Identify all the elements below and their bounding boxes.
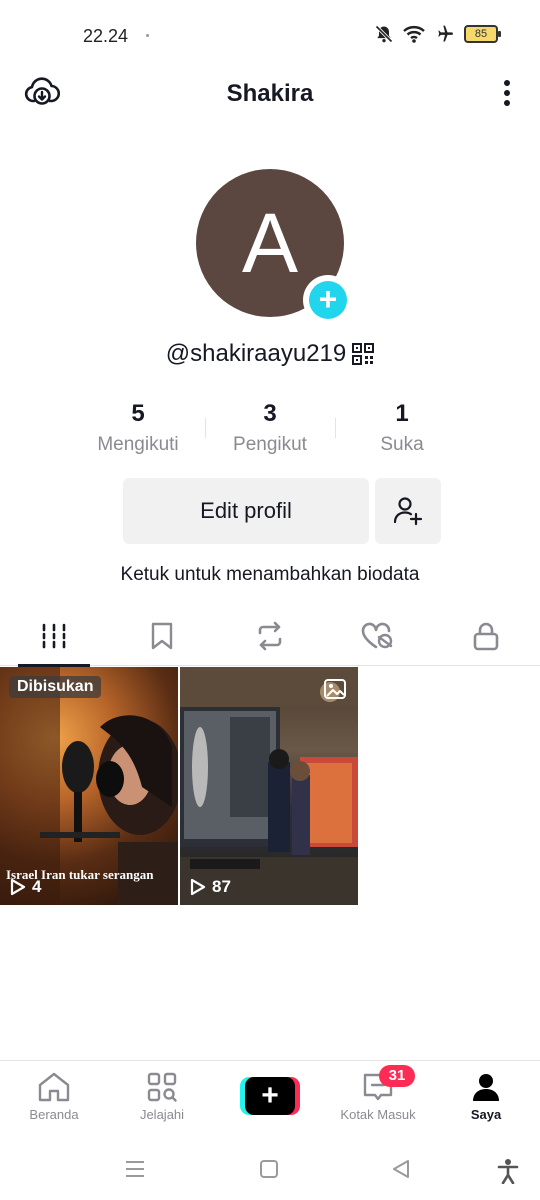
grid-icon (42, 623, 66, 649)
create-button[interactable]: + (240, 1077, 300, 1115)
video-image (180, 667, 358, 905)
stat-divider (335, 418, 336, 438)
profile-tabs (0, 606, 540, 667)
home-icon (38, 1072, 70, 1102)
stat-likes-value: 1 (395, 400, 409, 427)
status-bar: 22.24 85 (0, 0, 540, 72)
bell-off-icon (375, 25, 393, 43)
username: @shakiraayu219 (165, 340, 347, 367)
stat-followers[interactable]: 3 Pengikut (205, 400, 335, 456)
view-count-value: 87 (212, 877, 231, 896)
back-icon[interactable] (390, 1158, 412, 1180)
nav-profile-label: Saya (470, 1107, 502, 1122)
system-nav (0, 1140, 540, 1200)
liked-hidden-icon (361, 622, 393, 649)
stat-likes[interactable]: 1 Suka (337, 400, 467, 456)
tab-reposts[interactable] (216, 606, 324, 666)
bio-placeholder[interactable]: Ketuk untuk menambahkan biodata (0, 564, 540, 586)
inbox-badge: 31 (379, 1065, 415, 1087)
profile-header: Shakira (0, 72, 540, 116)
status-dot (146, 34, 149, 37)
wifi-icon (403, 26, 425, 43)
stat-followers-label: Pengikut (233, 434, 307, 455)
plus-icon: + (309, 281, 347, 319)
stat-following[interactable]: 5 Mengikuti (73, 400, 203, 456)
add-avatar-button[interactable]: + (303, 275, 353, 325)
qr-code-icon[interactable] (352, 343, 375, 365)
tab-private[interactable] (432, 606, 540, 666)
repost-icon (258, 621, 282, 651)
view-count: 4 (10, 877, 41, 897)
play-icon (10, 878, 26, 896)
nav-home[interactable]: Beranda (0, 1061, 108, 1131)
menu-icon[interactable] (124, 1158, 146, 1180)
bottom-nav: Beranda Jelajahi + 31 Kotak Masuk Saya (0, 1060, 540, 1130)
profile-stats: 5 Mengikuti 3 Pengikut 1 Suka (73, 400, 467, 460)
tab-favorites[interactable] (108, 606, 216, 666)
nav-home-label: Beranda (29, 1107, 79, 1122)
edit-profile-button[interactable]: Edit profil (123, 478, 369, 544)
view-count: 87 (190, 877, 231, 897)
status-icons: 85 (374, 24, 501, 44)
play-icon (190, 878, 206, 896)
tab-videos[interactable] (0, 606, 108, 667)
view-count-value: 4 (32, 877, 42, 896)
nav-explore-label: Jelajahi (139, 1107, 185, 1122)
stat-following-value: 5 (131, 400, 145, 427)
stat-following-label: Mengikuti (97, 434, 179, 455)
profile-icon (473, 1074, 499, 1101)
accessibility-icon[interactable] (496, 1158, 520, 1184)
add-friend-icon (393, 497, 423, 526)
status-time: 22.24 (83, 26, 129, 46)
home-button-icon[interactable] (258, 1158, 280, 1180)
page-title: Shakira (226, 80, 314, 107)
more-vertical-icon[interactable] (502, 77, 512, 109)
lock-icon (473, 622, 499, 651)
nav-inbox-label: Kotak Masuk (340, 1107, 416, 1122)
battery-icon: 85 (464, 25, 501, 43)
nav-inbox[interactable]: 31 Kotak Masuk (324, 1061, 432, 1131)
add-friend-button[interactable] (375, 478, 441, 544)
stat-likes-label: Suka (380, 434, 424, 455)
video-thumbnail[interactable]: Dibisukan Israel Iran tukar serangan 4 (0, 667, 178, 905)
stat-followers-value: 3 (263, 400, 277, 427)
muted-badge: Dibisukan (9, 676, 102, 698)
tab-liked[interactable] (324, 606, 432, 666)
username-row: @shakiraayu219 (0, 340, 540, 368)
bookmark-icon (151, 622, 173, 650)
nav-create[interactable]: + (216, 1061, 324, 1131)
plus-icon: + (245, 1077, 295, 1115)
nav-profile[interactable]: Saya (432, 1061, 540, 1131)
photo-icon (324, 679, 346, 699)
nav-explore[interactable]: Jelajahi (108, 1061, 216, 1131)
explore-icon (147, 1072, 177, 1102)
video-thumbnail[interactable]: 87 (180, 667, 358, 905)
airplane-icon (438, 25, 453, 42)
